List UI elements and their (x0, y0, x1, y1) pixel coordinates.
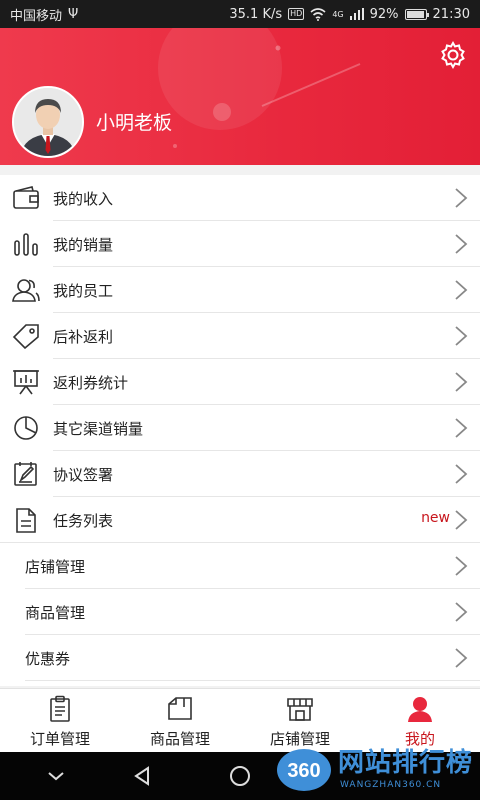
menu-item-sales[interactable]: 我的销量 (0, 221, 480, 267)
chevron-right-icon (455, 510, 468, 530)
gear-icon[interactable] (438, 40, 468, 70)
chevron-right-icon (455, 602, 468, 622)
tab-products[interactable]: 商品管理 (120, 689, 240, 752)
watermark: 360 网站排行榜 WANGZHAN360.CN (270, 742, 480, 800)
back-icon[interactable] (130, 764, 154, 788)
menu-item-task-list[interactable]: 任务列表 new (0, 497, 480, 543)
new-badge: new (421, 510, 450, 526)
chevron-right-icon (455, 234, 468, 254)
profile-header: 小明老板 (0, 28, 480, 165)
menu-item-store-management[interactable]: 店铺管理 (0, 543, 480, 589)
hd-badge: HD (288, 8, 305, 20)
menu-label: 商品管理 (25, 604, 86, 622)
person-icon (408, 697, 432, 722)
battery-icon (404, 8, 429, 20)
contract-edit-icon (14, 462, 37, 486)
menu-label: 优惠券 (25, 650, 71, 668)
bar-chart-icon (14, 233, 38, 256)
watermark-logo: 360 (277, 749, 331, 791)
signal-icon (349, 8, 364, 20)
menu-label: 我的销量 (53, 236, 114, 254)
menu-label: 我的收入 (53, 190, 114, 208)
watermark-logo-text: 360 (287, 760, 320, 782)
menu-label: 协议签署 (53, 466, 114, 484)
box-icon (168, 697, 192, 720)
account-menu: 我的收入 我的销量 我的员工 后补返利 返利券统计 其它渠道销量 协议签署 任务… (0, 175, 480, 686)
tag-icon (12, 324, 39, 349)
chevron-right-icon (455, 280, 468, 300)
chevron-right-icon (455, 418, 468, 438)
avatar[interactable] (12, 86, 84, 158)
clipboard-icon (50, 695, 70, 722)
menu-item-other-channel-sales[interactable]: 其它渠道销量 (0, 405, 480, 451)
pie-chart-icon (14, 416, 38, 440)
menu-label: 店铺管理 (25, 558, 86, 576)
tab-label: 商品管理 (149, 730, 210, 748)
carrier-label: 中国移动 (10, 8, 63, 24)
usb-icon: Ψ (68, 6, 79, 22)
chevron-right-icon (455, 188, 468, 208)
users-icon (12, 279, 40, 302)
document-list-icon (16, 508, 36, 533)
divider (25, 680, 480, 681)
wifi-icon (310, 7, 326, 21)
user-name[interactable]: 小明老板 (96, 108, 172, 135)
wallet-icon (13, 186, 39, 209)
store-icon (287, 698, 313, 721)
tab-label: 订单管理 (29, 730, 90, 748)
menu-item-rebate[interactable]: 后补返利 (0, 313, 480, 359)
watermark-sub: WANGZHAN360.CN (340, 780, 442, 790)
menu-label: 其它渠道销量 (53, 420, 144, 438)
menu-label: 任务列表 (53, 512, 114, 530)
menu-item-coupon-stats[interactable]: 返利券统计 (0, 359, 480, 405)
battery-percent: 92% (369, 6, 399, 22)
watermark-text: 网站排行榜 (338, 748, 474, 778)
collapse-icon[interactable] (44, 764, 68, 788)
status-left: 中国移动 Ψ (10, 5, 78, 24)
home-icon[interactable] (228, 764, 252, 788)
menu-item-income[interactable]: 我的收入 (0, 175, 480, 221)
avatar-portrait (14, 88, 82, 156)
menu-item-product-management[interactable]: 商品管理 (0, 589, 480, 635)
menu-item-employees[interactable]: 我的员工 (0, 267, 480, 313)
menu-item-coupons[interactable]: 优惠券 (0, 635, 480, 681)
status-right: 35.1 K/s HD 4G 92% 21:30 (229, 7, 470, 22)
chevron-right-icon (455, 372, 468, 392)
menu-label: 我的员工 (53, 282, 114, 300)
status-bar: 中国移动 Ψ 35.1 K/s HD 4G 92% 21:30 (0, 0, 480, 28)
chevron-right-icon (455, 648, 468, 668)
menu-label: 后补返利 (53, 328, 114, 346)
presentation-chart-icon (13, 370, 39, 395)
chevron-right-icon (455, 556, 468, 576)
menu-item-agreement[interactable]: 协议签署 (0, 451, 480, 497)
tab-orders[interactable]: 订单管理 (0, 689, 120, 752)
menu-label: 返利券统计 (53, 374, 129, 392)
network-type: 4G (332, 9, 344, 19)
clock: 21:30 (432, 6, 470, 22)
chevron-right-icon (455, 326, 468, 346)
network-speed: 35.1 K/s (229, 6, 283, 22)
chevron-right-icon (455, 464, 468, 484)
